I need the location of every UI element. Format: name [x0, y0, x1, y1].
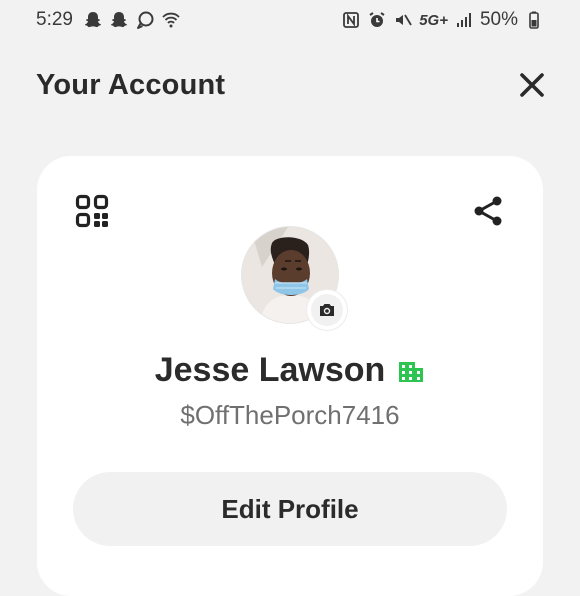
messenger-icon — [135, 10, 155, 30]
close-icon — [520, 73, 544, 97]
name-row: Jesse Lawson — [37, 348, 543, 392]
status-right: 5G+ 50% — [341, 9, 544, 31]
network-5g-icon: 5G+ — [419, 11, 448, 29]
snapchat-icon — [109, 10, 129, 30]
status-left: 5:29 — [36, 9, 181, 31]
mute-icon — [393, 10, 413, 30]
edit-profile-button[interactable]: Edit Profile — [73, 472, 507, 546]
wifi-icon — [161, 10, 181, 30]
status-bar: 5:29 5G+ 50% — [0, 0, 580, 40]
cashtag: $OffThePorch7416 — [180, 400, 400, 430]
alarm-icon — [367, 10, 387, 30]
battery-icon — [524, 10, 544, 30]
page-title: Your Account — [36, 68, 226, 101]
nfc-icon — [341, 10, 361, 30]
close-button[interactable] — [514, 67, 550, 103]
display-name: Jesse Lawson — [154, 350, 386, 389]
snapchat-icon — [83, 10, 103, 30]
qr-code-icon — [75, 194, 109, 228]
camera-icon — [320, 304, 334, 316]
avatar-container — [241, 226, 347, 330]
camera-button-inner — [311, 294, 343, 326]
business-account-icon — [397, 356, 425, 384]
profile-card: Jesse Lawson $OffThePorch7416 Edit Profi… — [37, 156, 543, 596]
share-icon — [474, 196, 502, 226]
change-photo-button[interactable] — [307, 290, 347, 330]
battery-percent: 50% — [479, 9, 518, 30]
header: Your Account — [36, 62, 550, 108]
signal-icon — [454, 10, 474, 30]
status-time: 5:29 — [36, 9, 73, 30]
share-button[interactable] — [471, 194, 505, 228]
qr-code-button[interactable] — [75, 194, 109, 228]
